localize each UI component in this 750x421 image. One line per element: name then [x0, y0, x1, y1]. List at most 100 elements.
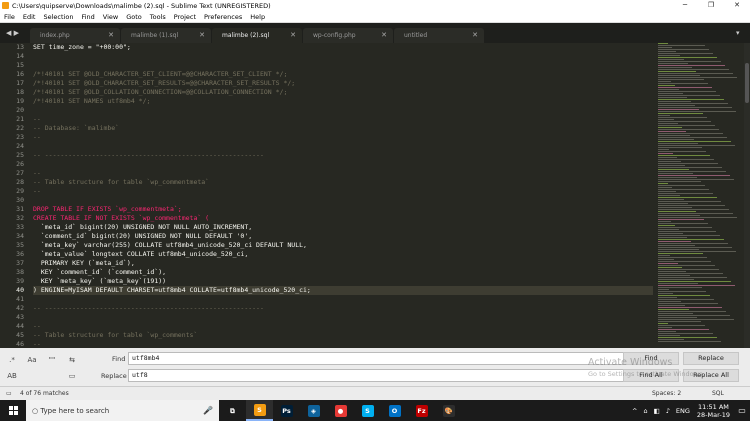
find-input[interactable]: utf8mb4	[128, 352, 630, 365]
tab-malimbe-2-sql[interactable]: malimbe (2).sql ✕	[212, 28, 302, 43]
tab-index-php[interactable]: index.php ✕	[30, 28, 120, 43]
code-line[interactable]: /*!40101 SET @OLD_CHARACTER_SET_CLIENT=@…	[33, 70, 653, 79]
code-line[interactable]: PRIMARY KEY (`meta_id`),	[33, 259, 653, 268]
menu-view[interactable]: View	[99, 13, 122, 21]
code-line[interactable]	[33, 160, 653, 169]
taskbar-app-button[interactable]: S	[354, 400, 381, 421]
code-line[interactable]: /*!40101 SET NAMES utf8mb4 */;	[33, 97, 653, 106]
code-line[interactable]: /*!40101 SET @OLD_COLLATION_CONNECTION=@…	[33, 88, 653, 97]
tab-untitled[interactable]: untitled ✕	[394, 28, 484, 43]
regex-toggle[interactable]: .*	[6, 354, 18, 366]
taskbar-app-button[interactable]: 🎨	[435, 400, 462, 421]
code-line[interactable]	[33, 52, 653, 61]
taskbar-clock[interactable]: 11:51 AM 28-Mar-19	[693, 403, 734, 419]
code-line[interactable]: -- Table structure for table `wp_comment…	[33, 331, 653, 340]
code-line[interactable]: ) ENGINE=MyISAM DEFAULT CHARSET=utf8mb4 …	[33, 286, 653, 295]
code-line[interactable]: KEY `meta_key` (`meta_key`(191))	[33, 277, 653, 286]
menu-goto[interactable]: Goto	[122, 13, 146, 21]
code-line[interactable]: `comment_id` bigint(20) UNSIGNED NOT NUL…	[33, 232, 653, 241]
minimap-line	[658, 285, 735, 286]
code-line[interactable]: SET time_zone = "+00:00";	[33, 43, 653, 52]
tab-close-icon[interactable]: ✕	[199, 31, 205, 39]
taskbar-search-box[interactable]: ○ Type here to search 🎤	[26, 400, 219, 421]
code-line[interactable]: --	[33, 340, 653, 348]
syntax-status[interactable]: SQL	[712, 390, 724, 397]
restore-button[interactable]: ❐	[698, 0, 724, 11]
minimap-line	[658, 67, 692, 68]
code-line[interactable]	[33, 61, 653, 70]
menu-preferences[interactable]: Preferences	[200, 13, 246, 21]
tab-nav-arrows-icon[interactable]: ◀ ▶	[0, 23, 30, 43]
tray-network-icon[interactable]: ⌂	[640, 407, 650, 415]
menu-file[interactable]: File	[0, 13, 19, 21]
code-line[interactable]: -- Database: `malimbe`	[33, 124, 653, 133]
minimap-line	[658, 83, 708, 84]
tray-language-indicator[interactable]: ENG	[673, 407, 693, 415]
code-line[interactable]: -- Table structure for table `wp_comment…	[33, 178, 653, 187]
scrollbar-thumb[interactable]	[745, 63, 749, 103]
notification-center-icon[interactable]: ▭	[734, 400, 750, 421]
code-line[interactable]	[33, 196, 653, 205]
menu-find[interactable]: Find	[77, 13, 98, 21]
code-line[interactable]	[33, 313, 653, 322]
tab-close-icon[interactable]: ✕	[108, 31, 114, 39]
in-selection-toggle[interactable]: ⇆	[66, 354, 78, 366]
preserve-case-toggle[interactable]: AB	[6, 370, 18, 382]
taskbar-app-button[interactable]: ◈	[300, 400, 327, 421]
menu-project[interactable]: Project	[170, 13, 200, 21]
code-line[interactable]	[33, 295, 653, 304]
whole-word-toggle[interactable]: ""	[46, 354, 58, 366]
tab-wp-config-php[interactable]: wp-config.php ✕	[303, 28, 393, 43]
taskbar-app-button[interactable]: Ps	[273, 400, 300, 421]
code-line[interactable]	[33, 106, 653, 115]
taskbar-app-button[interactable]: S	[246, 400, 273, 421]
code-line[interactable]: DROP TABLE IF EXISTS `wp_commentmeta`;	[33, 205, 653, 214]
code-area[interactable]: SET time_zone = "+00:00"; /*!40101 SET @O…	[33, 43, 653, 348]
case-sensitive-toggle[interactable]: Aa	[26, 354, 38, 366]
highlight-matches-toggle[interactable]: ▭	[66, 370, 78, 382]
menu-edit[interactable]: Edit	[19, 13, 40, 21]
microphone-icon[interactable]: 🎤	[203, 406, 213, 415]
start-button[interactable]	[0, 400, 26, 421]
code-line[interactable]: --	[33, 322, 653, 331]
menu-tools[interactable]: Tools	[146, 13, 170, 21]
menu-help[interactable]: Help	[246, 13, 269, 21]
code-line[interactable]: -- -------------------------------------…	[33, 304, 653, 313]
tab-close-icon[interactable]: ✕	[381, 31, 387, 39]
code-line[interactable]	[33, 142, 653, 151]
tray-overflow-icon[interactable]: ^	[629, 407, 640, 415]
code-line[interactable]: --	[33, 187, 653, 196]
tab-close-icon[interactable]: ✕	[290, 31, 296, 39]
menu-selection[interactable]: Selection	[39, 13, 77, 21]
code-line[interactable]: `meta_key` varchar(255) COLLATE utf8mb4_…	[33, 241, 653, 250]
replace-input[interactable]: utf8	[128, 369, 630, 382]
taskbar-app-button[interactable]: O	[381, 400, 408, 421]
tray-volume-icon[interactable]: ♪	[663, 407, 673, 415]
code-line[interactable]: /*!40101 SET @OLD_CHARACTER_SET_RESULTS=…	[33, 79, 653, 88]
vertical-scrollbar[interactable]	[744, 43, 750, 348]
minimap[interactable]	[658, 43, 744, 348]
replace-button[interactable]: Replace	[683, 352, 739, 365]
minimap-line	[658, 267, 682, 268]
code-editor[interactable]: 13 14 15 16 17 18 19 20 21 22 23 24 25 26 27 28 29 30 31 32…	[0, 43, 658, 348]
tray-battery-icon[interactable]: ◧	[651, 407, 663, 415]
code-line[interactable]: KEY `comment_id` (`comment_id`),	[33, 268, 653, 277]
close-button[interactable]: ✕	[724, 0, 750, 11]
panel-toggle-icon[interactable]: ▭	[6, 390, 12, 397]
code-line[interactable]: `meta_id` bigint(20) UNSIGNED NOT NULL A…	[33, 223, 653, 232]
tab-list-dropdown-icon[interactable]: ▾	[736, 23, 750, 43]
taskbar-app-button[interactable]: Fz	[408, 400, 435, 421]
taskbar-app-button[interactable]: ⧉	[219, 400, 246, 421]
code-line[interactable]: -- -------------------------------------…	[33, 151, 653, 160]
taskbar-app-button[interactable]: ●	[327, 400, 354, 421]
code-line[interactable]: CREATE TABLE IF NOT EXISTS `wp_commentme…	[33, 214, 653, 223]
tab-close-icon[interactable]: ✕	[472, 31, 478, 39]
minimize-button[interactable]: ─	[672, 0, 698, 11]
code-line[interactable]: --	[33, 133, 653, 142]
indentation-status[interactable]: Spaces: 2	[652, 390, 681, 397]
tab-malimbe-1-sql[interactable]: malimbe (1).sql ✕	[121, 28, 211, 43]
minimap-line	[658, 61, 721, 62]
code-line[interactable]: --	[33, 169, 653, 178]
code-line[interactable]: `meta_value` longtext COLLATE utf8mb4_un…	[33, 250, 653, 259]
code-line[interactable]: --	[33, 115, 653, 124]
